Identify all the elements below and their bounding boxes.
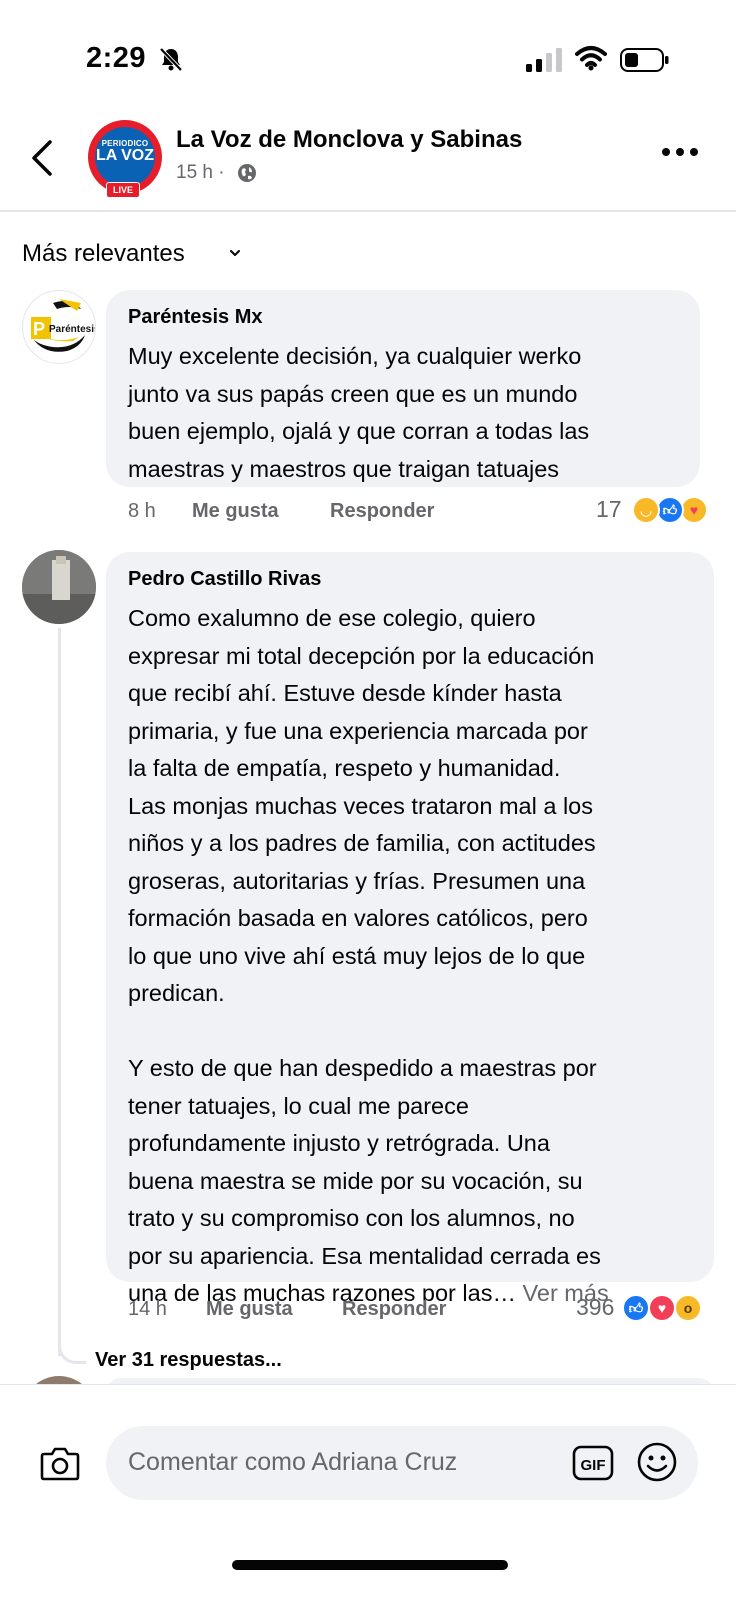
avatar-pedro[interactable] (22, 550, 96, 624)
like-button[interactable]: Me gusta (206, 1298, 293, 1321)
page-logo: PERIODICO LA VOZ (95, 127, 155, 187)
reply-button[interactable]: Responder (330, 500, 434, 523)
status-time: 2:29 (86, 42, 147, 74)
gif-label: GIF (581, 1457, 606, 1474)
bell-muted-icon (159, 47, 183, 72)
gif-icon[interactable]: GIF (572, 1445, 614, 1481)
page-avatar[interactable]: PERIODICO LA VOZ LIVE (88, 120, 162, 198)
comment-time: 8 h (128, 500, 156, 522)
more-options-icon[interactable] (660, 145, 700, 159)
like-reaction-icon[interactable]: 👍︎ (622, 1294, 650, 1322)
parentesis-logo-icon: P Paréntesis (31, 299, 96, 352)
cellular-signal-icon (526, 48, 562, 72)
reply-button[interactable]: Responder (342, 1298, 446, 1321)
logo-line2: LA VOZ (95, 147, 155, 164)
sort-filter-label[interactable]: Más relevantes (22, 240, 185, 268)
thread-connector (58, 1336, 86, 1364)
page-name[interactable]: La Voz de Monclova y Sabinas (176, 126, 522, 154)
comment-text: Muy excelente decisión, ya cualquier wer… (128, 343, 590, 482)
reaction-count[interactable]: 17 (596, 496, 622, 523)
comment-input-placeholder[interactable]: Comentar como Adriana Cruz (128, 1448, 457, 1477)
comment-author[interactable]: Pedro Castillo Rivas (128, 568, 321, 591)
globe-icon (238, 164, 256, 182)
wifi-icon (575, 46, 607, 71)
like-reaction-icon[interactable]: 👍︎ (656, 496, 684, 524)
haha-reaction-icon[interactable]: ◡ (632, 496, 660, 524)
like-button[interactable]: Me gusta (192, 500, 279, 523)
thread-line (58, 628, 61, 1356)
back-arrow-icon[interactable] (28, 138, 56, 178)
comment-text-wrapper: Como exalumno de ese colegio, quiero exp… (128, 600, 696, 1313)
view-replies-link[interactable]: Ver 31 respuestas... (95, 1349, 282, 1372)
emoji-icon[interactable] (636, 1441, 678, 1483)
avatar-parentesis[interactable]: P Paréntesis (22, 290, 96, 364)
live-badge: LIVE (106, 182, 141, 198)
home-indicator[interactable] (232, 1560, 508, 1570)
comment-text: Como exalumno de ese colegio, quiero exp… (128, 605, 601, 1306)
camera-icon[interactable] (40, 1445, 80, 1481)
battery-icon (620, 48, 669, 72)
comment-bubble[interactable]: Paréntesis Mx Muy excelente decisión, ya… (106, 290, 700, 487)
love-reaction-icon[interactable]: ♥ (648, 1294, 676, 1322)
reaction-count[interactable]: 396 (576, 1294, 614, 1321)
comment-bubble[interactable]: Pedro Castillo Rivas Como exalumno de es… (106, 552, 714, 1306)
avatar-text: Paréntesis (49, 324, 96, 335)
chevron-down-icon[interactable] (228, 246, 242, 260)
svg-text:P: P (33, 319, 45, 339)
avatar-photo (22, 550, 96, 624)
header-divider (0, 210, 736, 212)
wow-reaction-icon[interactable]: o (674, 1294, 702, 1322)
post-time: 15 h · (176, 162, 225, 183)
comment-author[interactable]: Paréntesis Mx (128, 306, 263, 329)
care-reaction-icon[interactable]: ♥ (680, 496, 708, 524)
comment-time: 14 h (128, 1298, 167, 1320)
